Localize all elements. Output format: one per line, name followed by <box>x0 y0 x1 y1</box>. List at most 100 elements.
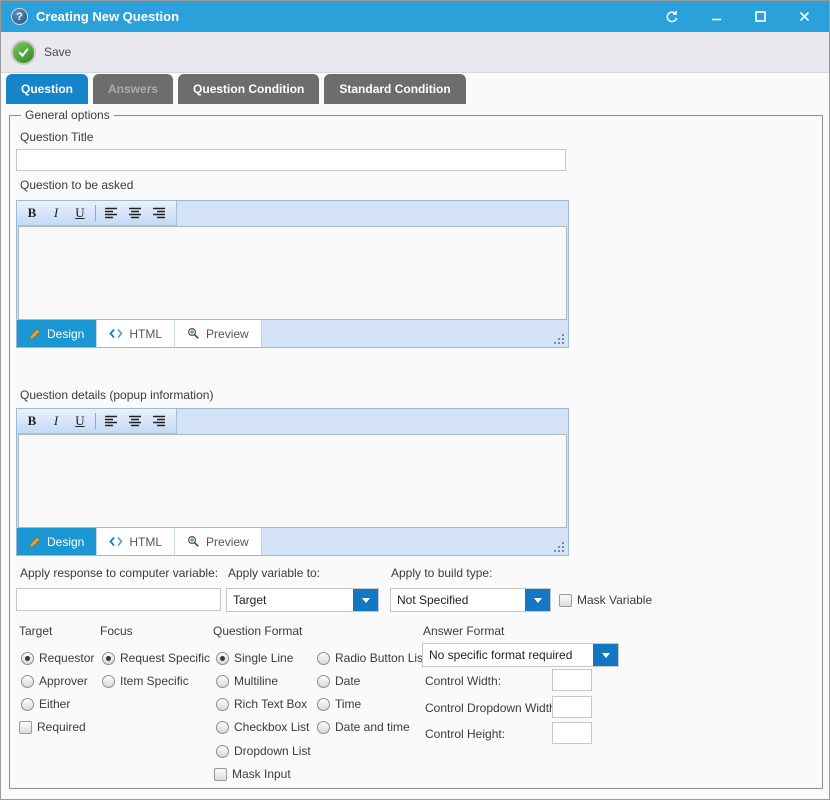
control-height-input[interactable] <box>552 722 592 744</box>
align-center-button[interactable] <box>124 411 146 431</box>
question-title-label: Question Title <box>20 130 93 144</box>
apply-build-label: Apply to build type: <box>391 566 492 580</box>
save-button[interactable]: Save <box>11 40 71 65</box>
checkbox-icon <box>559 594 572 607</box>
code-icon <box>109 328 123 339</box>
preview-mode-tab[interactable]: Preview <box>175 528 262 555</box>
control-width-input[interactable] <box>552 669 592 691</box>
apply-response-input[interactable] <box>16 588 221 611</box>
pencil-icon <box>29 328 41 340</box>
resize-grip[interactable] <box>550 331 568 347</box>
italic-button[interactable]: I <box>45 203 67 223</box>
general-options-group: General options Question Title Question … <box>9 115 823 789</box>
resize-grip[interactable] <box>550 539 568 555</box>
radio-rich-text-box[interactable]: Rich Text Box <box>216 696 307 712</box>
radio-icon <box>216 652 229 665</box>
radio-requestor[interactable]: Requestor <box>21 650 94 666</box>
control-width-label: Control Width: <box>425 674 501 688</box>
radio-icon <box>317 675 330 688</box>
editor-mode-bar: Design HTML Preview <box>17 320 568 347</box>
radio-icon <box>216 745 229 758</box>
bold-button[interactable]: B <box>21 203 43 223</box>
resize-grip-icon <box>554 542 564 552</box>
question-editor: B I U <box>16 200 569 348</box>
bold-button[interactable]: B <box>21 411 43 431</box>
design-mode-tab[interactable]: Design <box>17 528 97 555</box>
align-right-icon <box>152 207 166 219</box>
radio-radio-button-list[interactable]: Radio Button List <box>317 650 426 666</box>
radio-date-and-time[interactable]: Date and time <box>317 719 410 735</box>
underline-button[interactable]: U <box>69 203 91 223</box>
control-dropdown-width-input[interactable] <box>552 696 592 718</box>
apply-response-label: Apply response to computer variable: <box>20 566 218 580</box>
question-title-input[interactable] <box>16 149 566 171</box>
radio-icon <box>317 652 330 665</box>
preview-mode-tab[interactable]: Preview <box>175 320 262 347</box>
apply-variable-select[interactable]: Target <box>226 588 379 612</box>
align-center-button[interactable] <box>124 203 146 223</box>
align-center-icon <box>128 207 142 219</box>
align-right-icon <box>152 415 166 427</box>
radio-time[interactable]: Time <box>317 696 361 712</box>
align-right-button[interactable] <box>148 203 170 223</box>
maximize-button[interactable] <box>745 6 775 28</box>
tab-answers: Answers <box>93 74 173 104</box>
tab-bar: Question Answers Question Condition Stan… <box>1 73 829 104</box>
question-editor-content[interactable] <box>18 226 567 320</box>
close-button[interactable] <box>789 6 819 28</box>
question-format-heading: Question Format <box>213 624 302 638</box>
radio-checkbox-list[interactable]: Checkbox List <box>216 719 309 735</box>
radio-multiline[interactable]: Multiline <box>216 673 278 689</box>
tab-question-condition[interactable]: Question Condition <box>178 74 319 104</box>
radio-dropdown-list[interactable]: Dropdown List <box>216 743 311 759</box>
dialog-window: ? Creating New Question Save Question An… <box>0 0 830 800</box>
chevron-down-icon[interactable] <box>525 589 550 611</box>
maximize-icon <box>755 11 766 22</box>
radio-item-specific[interactable]: Item Specific <box>102 673 189 689</box>
align-right-button[interactable] <box>148 411 170 431</box>
required-checkbox[interactable]: Required <box>19 719 86 735</box>
html-mode-tab[interactable]: HTML <box>97 320 175 347</box>
radio-single-line[interactable]: Single Line <box>216 650 293 666</box>
refresh-button[interactable] <box>657 6 687 28</box>
align-left-icon <box>104 207 118 219</box>
editor-mode-bar: Design HTML Preview <box>17 528 568 555</box>
editor-toolbar: B I U <box>17 201 568 226</box>
radio-icon <box>102 675 115 688</box>
radio-icon <box>102 652 115 665</box>
action-toolbar: Save <box>1 32 829 73</box>
html-mode-tab[interactable]: HTML <box>97 528 175 555</box>
code-icon <box>109 536 123 547</box>
close-icon <box>799 11 810 22</box>
design-mode-tab[interactable]: Design <box>17 320 97 347</box>
chevron-down-icon[interactable] <box>593 644 618 666</box>
chevron-down-icon[interactable] <box>353 589 378 611</box>
align-left-button[interactable] <box>100 203 122 223</box>
tab-question[interactable]: Question <box>6 74 88 104</box>
radio-approver[interactable]: Approver <box>21 673 88 689</box>
radio-either[interactable]: Either <box>21 696 70 712</box>
align-left-button[interactable] <box>100 411 122 431</box>
minimize-icon <box>711 11 722 22</box>
refresh-icon <box>665 10 679 24</box>
target-heading: Target <box>19 624 52 638</box>
italic-button[interactable]: I <box>45 411 67 431</box>
details-editor-content[interactable] <box>18 434 567 528</box>
tab-standard-condition[interactable]: Standard Condition <box>324 74 465 104</box>
question-details-label: Question details (popup information) <box>20 388 213 402</box>
answer-format-heading: Answer Format <box>423 624 504 638</box>
mask-variable-checkbox[interactable]: Mask Variable <box>559 592 652 608</box>
radio-icon <box>216 675 229 688</box>
minimize-button[interactable] <box>701 6 731 28</box>
align-center-icon <box>128 415 142 427</box>
underline-button[interactable]: U <box>69 411 91 431</box>
answer-format-select[interactable]: No specific format required <box>422 643 619 667</box>
radio-request-specific[interactable]: Request Specific <box>102 650 210 666</box>
apply-build-select[interactable]: Not Specified <box>390 588 551 612</box>
save-label: Save <box>44 45 71 59</box>
radio-date[interactable]: Date <box>317 673 360 689</box>
titlebar: ? Creating New Question <box>1 1 829 32</box>
control-dropdown-width-label: Control Dropdown Width: <box>425 701 559 715</box>
mask-input-checkbox[interactable]: Mask Input <box>214 766 291 782</box>
pencil-icon <box>29 536 41 548</box>
